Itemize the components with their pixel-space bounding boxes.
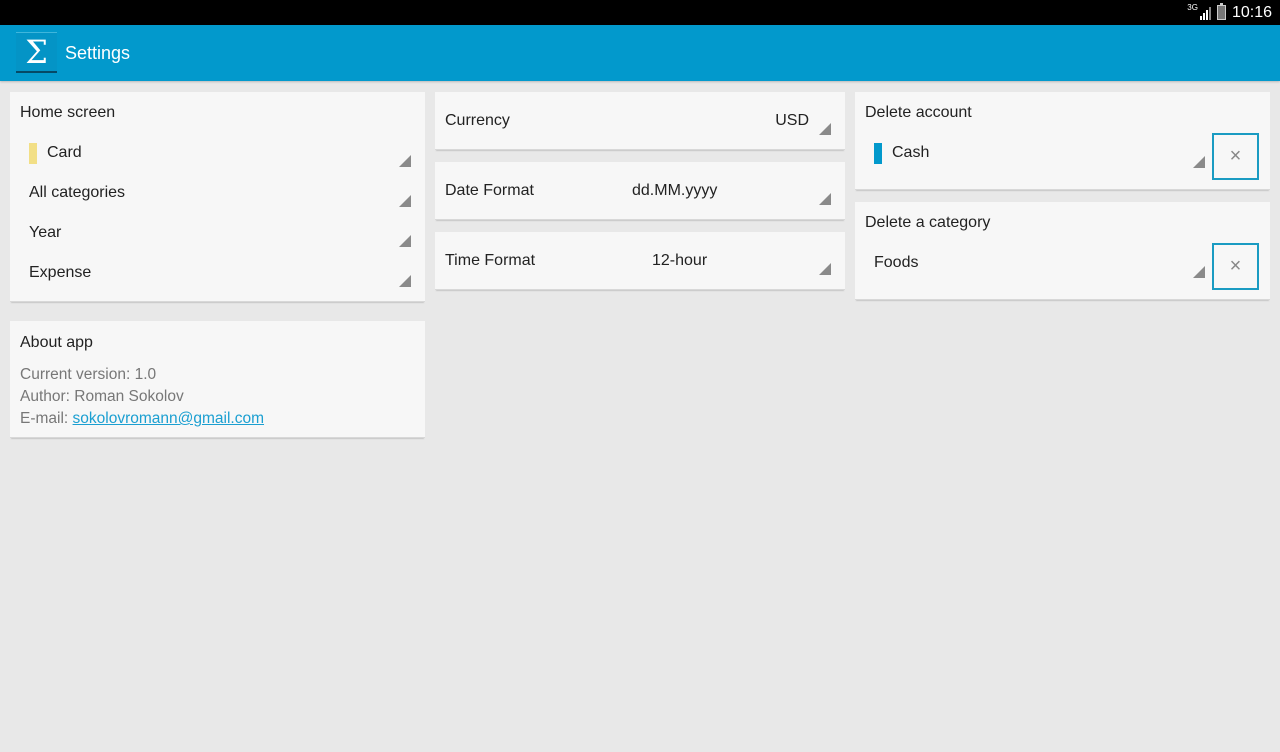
home-screen-title: Home screen (20, 104, 116, 121)
home-screen-card: Home screen Card All categories Year Exp… (10, 92, 425, 302)
account-color-swatch (29, 143, 37, 164)
about-title: About app (20, 334, 93, 351)
email-link[interactable]: sokolovromann@gmail.com (73, 410, 264, 427)
date-format-value: dd.MM.yyyy (632, 182, 718, 199)
dropdown-arrow-icon (819, 193, 831, 205)
email-line: E-mail: sokolovromann@gmail.com (20, 410, 264, 428)
delete-category-value: Foods (874, 254, 919, 271)
category-spinner[interactable]: All categories (10, 173, 425, 213)
delete-category-spinner[interactable]: Foods (855, 243, 1205, 283)
delete-category-card: Delete a category Foods × (855, 202, 1270, 300)
delete-account-button[interactable]: × (1212, 133, 1259, 180)
date-format-card[interactable]: Date Format dd.MM.yyyy (435, 162, 845, 220)
time-format-label: Time Format (445, 252, 536, 269)
network-type-label: 3G (1187, 3, 1198, 12)
account-spinner[interactable]: Card (10, 133, 425, 173)
type-spinner[interactable]: Expense (10, 253, 425, 293)
date-format-label: Date Format (445, 182, 534, 199)
battery-icon (1216, 3, 1226, 20)
status-bar: 3G 10:16 (0, 0, 1280, 25)
dropdown-arrow-icon (1193, 266, 1205, 278)
type-spinner-value: Expense (29, 264, 92, 281)
page-title: Settings (65, 43, 131, 63)
dropdown-arrow-icon (1193, 156, 1205, 168)
close-icon: × (1229, 145, 1242, 167)
app-sigma-icon[interactable]: Σ (16, 32, 57, 73)
period-spinner-value: Year (29, 224, 62, 241)
delete-account-spinner[interactable]: Cash (855, 133, 1205, 173)
period-spinner[interactable]: Year (10, 213, 425, 253)
dropdown-arrow-icon (399, 155, 411, 167)
dropdown-arrow-icon (819, 123, 831, 135)
dropdown-arrow-icon (399, 195, 411, 207)
delete-account-card: Delete account Cash × (855, 92, 1270, 190)
currency-card[interactable]: Currency USD (435, 92, 845, 150)
time-format-value: 12-hour (652, 252, 708, 269)
time-format-card[interactable]: Time Format 12-hour (435, 232, 845, 290)
about-card: About app Current version: 1.0 Author: R… (10, 321, 425, 438)
delete-account-value: Cash (892, 144, 930, 161)
dropdown-arrow-icon (399, 275, 411, 287)
author-text: Author: Roman Sokolov (20, 388, 184, 405)
version-text: Current version: 1.0 (20, 366, 157, 383)
category-spinner-value: All categories (29, 184, 126, 201)
signal-icon (1199, 6, 1211, 20)
action-bar: Σ Settings (0, 25, 1280, 81)
dropdown-arrow-icon (819, 263, 831, 275)
delete-category-button[interactable]: × (1212, 243, 1259, 290)
delete-category-title: Delete a category (865, 214, 991, 231)
account-spinner-value: Card (47, 144, 82, 161)
account-color-swatch (874, 143, 882, 164)
currency-value: USD (775, 112, 809, 129)
dropdown-arrow-icon (399, 235, 411, 247)
currency-label: Currency (445, 112, 510, 129)
status-icons: 3G 10:16 (1187, 0, 1272, 25)
delete-account-title: Delete account (865, 104, 972, 121)
clock: 10:16 (1231, 3, 1272, 21)
email-label: E-mail: (20, 410, 73, 427)
close-icon: × (1229, 255, 1242, 277)
